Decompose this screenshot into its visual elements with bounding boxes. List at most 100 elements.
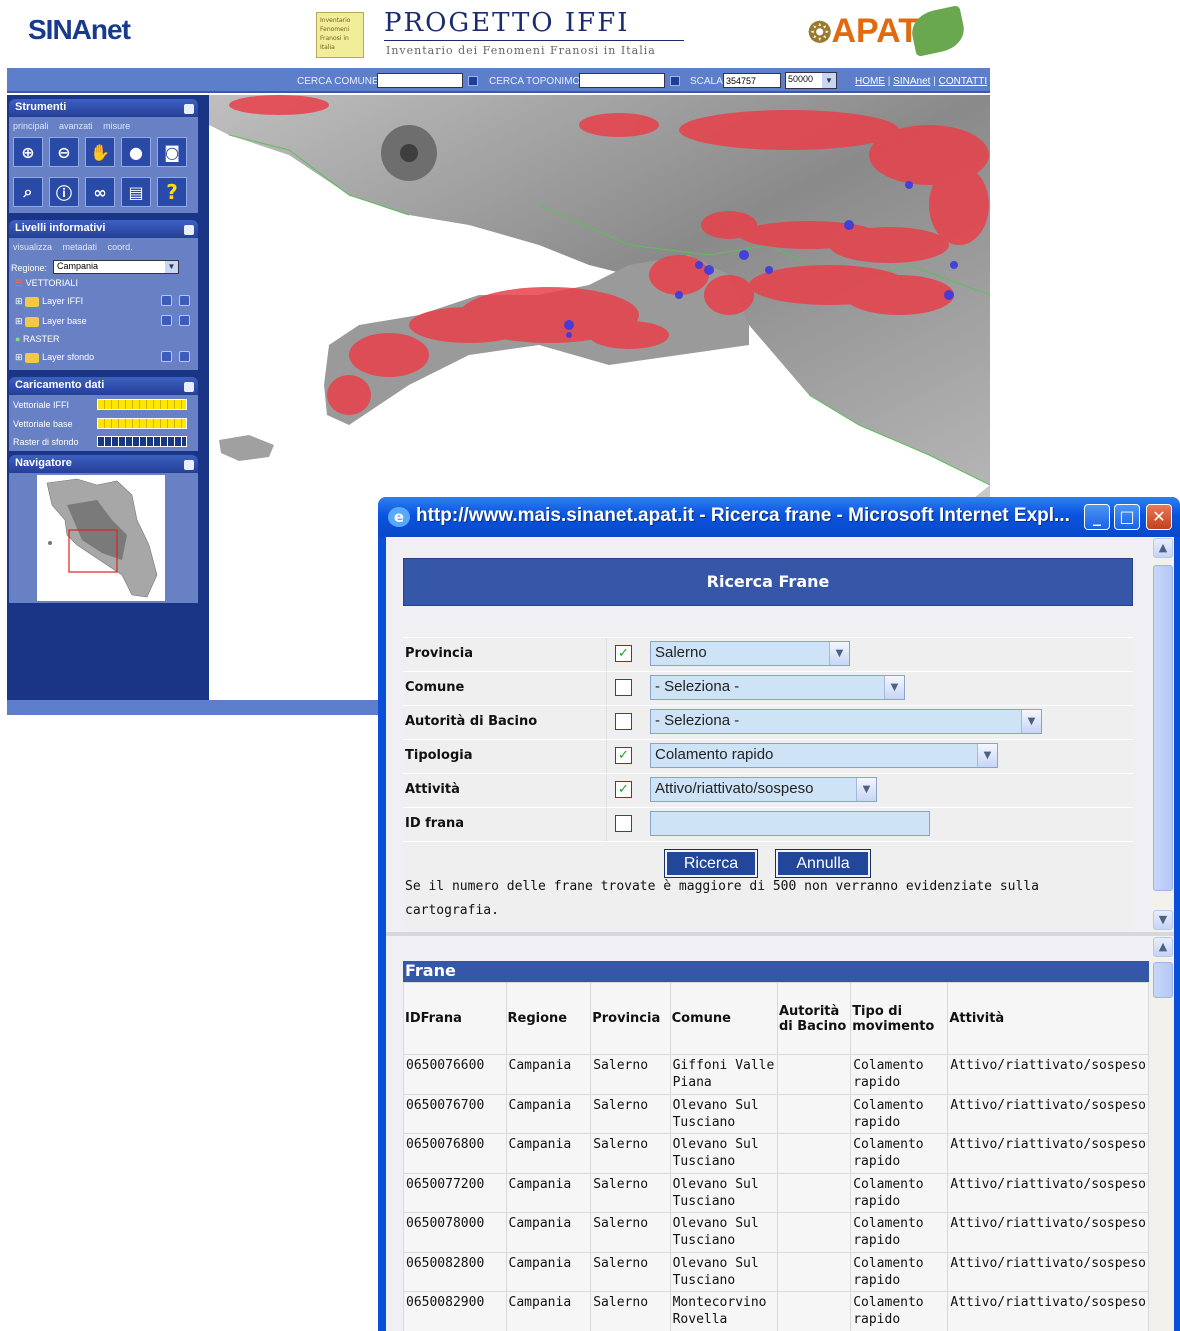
ricerca-button[interactable]: Ricerca: [664, 849, 758, 878]
table-cell: Salerno: [590, 1133, 671, 1174]
raster-group[interactable]: ● RASTER: [15, 334, 59, 344]
overview-map[interactable]: [37, 475, 165, 601]
collapse-icon[interactable]: [184, 104, 194, 114]
comune-checkbox[interactable]: [615, 679, 632, 696]
search-form-frame: Ricerca Frane Provincia ✓ Salerno ▼ Comun…: [386, 537, 1152, 932]
strumenti-header[interactable]: Strumenti: [9, 99, 198, 117]
attivita-checkbox[interactable]: ✓: [615, 781, 632, 798]
link-separator: |: [887, 76, 891, 87]
layer-iffi-item[interactable]: ⊞ Layer IFFI: [15, 296, 83, 307]
navigatore-title: Navigatore: [15, 457, 72, 469]
navigatore-header[interactable]: Navigatore: [9, 455, 198, 473]
layer-base-item[interactable]: ⊞ Layer base: [15, 316, 87, 327]
tab-misure[interactable]: misure: [103, 121, 130, 131]
layer-visibility-icon[interactable]: [161, 315, 172, 326]
close-button[interactable]: ✕: [1146, 504, 1172, 530]
layer-visibility-icon[interactable]: [161, 295, 172, 306]
zoom-box-icon[interactable]: ⌕: [13, 177, 43, 207]
annulla-button[interactable]: Annulla: [775, 849, 871, 878]
tipologia-select[interactable]: Colamento rapido ▼: [650, 743, 998, 768]
autorita-di-bacino-checkbox[interactable]: [615, 713, 632, 730]
layer-visibility-icon[interactable]: [161, 351, 172, 362]
lower-scrollbar[interactable]: ▲: [1152, 936, 1174, 1331]
chevron-down-icon: ▼: [165, 261, 178, 273]
zoom-out-icon[interactable]: ⊖: [49, 137, 79, 167]
table-row[interactable]: 0650076800 Campania Salerno Olevano Sul Tus…: [403, 1133, 1149, 1174]
table-cell: Salerno: [590, 1212, 671, 1253]
window-title: http://www.mais.sinanet.apat.it - Ricerc…: [416, 505, 1070, 526]
globe-icon[interactable]: ●: [121, 137, 151, 167]
collapse-icon[interactable]: [184, 460, 194, 470]
livelli-header[interactable]: Livelli informativi: [9, 220, 198, 238]
sidebar: Strumenti principali avanzati misure ⊕ ⊖…: [7, 95, 209, 700]
regione-select[interactable]: Campania ▼: [53, 260, 179, 274]
apat-logo[interactable]: ❂APAT: [808, 12, 919, 51]
upper-scrollbar[interactable]: ▲ ▼: [1152, 537, 1174, 932]
scroll-up-icon[interactable]: ▲: [1153, 937, 1173, 957]
pan-hand-icon[interactable]: ✋: [85, 137, 115, 167]
caricamento-header[interactable]: Caricamento dati: [9, 377, 198, 395]
vettoriali-group[interactable]: ☰ VETTORIALI: [15, 278, 78, 289]
binoculars-icon[interactable]: ∞: [85, 177, 115, 207]
help-icon[interactable]: ?: [157, 177, 187, 207]
table-cell: Attivo/riattivato/sospeso: [947, 1291, 1149, 1331]
table-row[interactable]: 0650082800 Campania Salerno Olevano Sul Tus…: [403, 1251, 1149, 1292]
id-frana-checkbox[interactable]: [615, 815, 632, 832]
table-row[interactable]: 0650076700 Campania Salerno Olevano Sul Tus…: [403, 1093, 1149, 1134]
scroll-down-icon[interactable]: ▼: [1153, 910, 1173, 930]
table-header-row: IDFrana Regione Provincia Comune Autorit…: [403, 982, 1149, 1055]
sinanet-logo[interactable]: SINAnet: [28, 14, 131, 46]
scrollbar-thumb[interactable]: [1153, 962, 1173, 998]
table-cell: Salerno: [590, 1054, 671, 1095]
cerca-comune-go-button[interactable]: [468, 76, 478, 86]
comune-select[interactable]: - Seleziona - ▼: [650, 675, 905, 700]
collapse-icon[interactable]: [184, 225, 194, 235]
camera-icon[interactable]: ◙: [157, 137, 187, 167]
maximize-button[interactable]: □: [1114, 504, 1140, 530]
expand-icon[interactable]: ⊞: [15, 352, 23, 362]
home-link[interactable]: HOME: [855, 76, 885, 87]
table-row[interactable]: 0650076600 Campania Salerno Giffoni Valle P…: [403, 1054, 1149, 1095]
minimize-button[interactable]: _: [1084, 504, 1110, 530]
zoom-in-icon[interactable]: ⊕: [13, 137, 43, 167]
contatti-link[interactable]: CONTATTI: [939, 76, 988, 87]
close-icon: ✕: [1152, 507, 1166, 526]
tab-coord[interactable]: coord.: [108, 242, 133, 252]
cerca-toponimo-input[interactable]: [579, 73, 665, 88]
expand-icon[interactable]: ⊞: [15, 316, 23, 326]
sinanet-link[interactable]: SINAnet: [893, 76, 930, 87]
layer-options-icon[interactable]: [179, 351, 190, 362]
tab-principali[interactable]: principali: [13, 121, 49, 131]
attivita-select[interactable]: Attivo/riattivato/sospeso ▼: [650, 777, 877, 802]
info-icon[interactable]: ⓘ: [49, 177, 79, 207]
scala-select[interactable]: 50000 ▼: [785, 72, 837, 89]
cerca-comune-label: CERCA COMUNE:: [297, 76, 382, 87]
provincia-label: Provincia: [405, 646, 473, 661]
table-row[interactable]: 0650078000 Campania Salerno Olevano Sul Tus…: [403, 1212, 1149, 1253]
tab-metadati[interactable]: metadati: [63, 242, 98, 252]
table-cell: Colamento rapido: [850, 1093, 949, 1134]
print-icon[interactable]: ▤: [121, 177, 151, 207]
collapse-icon[interactable]: [184, 382, 194, 392]
provincia-checkbox[interactable]: ✓: [615, 645, 632, 662]
expand-icon[interactable]: ⊞: [15, 296, 23, 306]
id-frana-input[interactable]: [650, 811, 930, 836]
cerca-toponimo-go-button[interactable]: [670, 76, 680, 86]
window-titlebar[interactable]: e http://www.mais.sinanet.apat.it - Rice…: [378, 497, 1180, 537]
scroll-up-icon[interactable]: ▲: [1153, 538, 1173, 558]
table-row[interactable]: 0650077200 Campania Salerno Olevano Sul Tus…: [403, 1172, 1149, 1213]
cerca-comune-input[interactable]: [377, 73, 463, 88]
table-cell: Attivo/riattivato/sospeso: [947, 1133, 1149, 1174]
provincia-select[interactable]: Salerno ▼: [650, 641, 850, 666]
scrollbar-thumb[interactable]: [1153, 565, 1173, 891]
layer-sfondo-item[interactable]: ⊞ Layer sfondo: [15, 352, 94, 363]
layer-options-icon[interactable]: [179, 295, 190, 306]
scala-input[interactable]: [723, 73, 781, 88]
layer-options-icon[interactable]: [179, 315, 190, 326]
tab-visualizza[interactable]: visualizza: [13, 242, 52, 252]
table-row[interactable]: 0650082900 Campania Salerno Montecorvino Ro…: [403, 1291, 1149, 1331]
table-cell: [776, 1172, 852, 1213]
autorita-di-bacino-select[interactable]: - Seleziona - ▼: [650, 709, 1042, 734]
tab-avanzati[interactable]: avanzati: [59, 121, 93, 131]
tipologia-checkbox[interactable]: ✓: [615, 747, 632, 764]
